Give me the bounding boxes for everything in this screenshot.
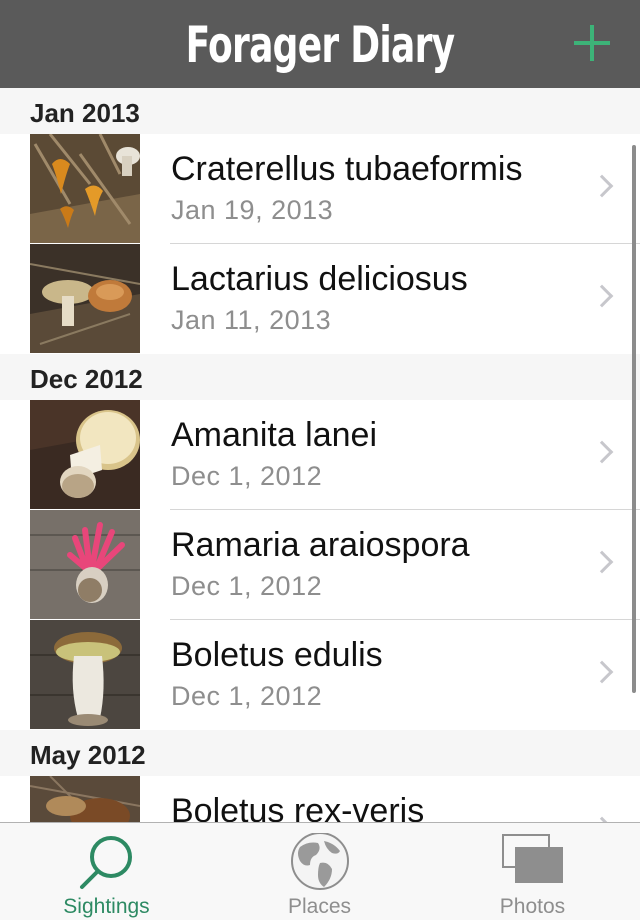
chevron-right-icon xyxy=(590,284,614,308)
app-title: Forager Diary xyxy=(185,16,455,74)
species-name: Boletus edulis xyxy=(171,636,383,674)
species-name: Lactarius deliciosus xyxy=(171,260,468,298)
scroll-indicator[interactable] xyxy=(632,145,636,693)
sighting-date: Dec 1, 2012 xyxy=(171,571,323,601)
globe-icon xyxy=(290,833,349,890)
list-item[interactable]: Amanita lanei Dec 1, 2012 xyxy=(0,400,640,510)
list-item[interactable]: Lactarius deliciosus Jan 11, 2013 xyxy=(0,244,640,354)
section-header: Dec 2012 xyxy=(0,354,640,400)
species-name: Amanita lanei xyxy=(171,416,378,454)
chevron-right-icon xyxy=(590,550,614,574)
section-header: May 2012 xyxy=(0,730,640,776)
navigation-bar: Forager Diary xyxy=(0,0,640,88)
tab-places[interactable]: Places xyxy=(213,823,426,920)
photos-icon xyxy=(501,834,563,883)
tab-label: Photos xyxy=(499,895,566,918)
lactarius-photo xyxy=(30,244,140,353)
chevron-right-icon xyxy=(590,440,614,464)
ramaria-photo xyxy=(30,510,140,619)
species-name: Craterellus tubaeformis xyxy=(171,150,523,188)
sighting-date: Jan 11, 2013 xyxy=(171,305,332,335)
chevron-right-icon xyxy=(590,660,614,684)
list-item[interactable]: Boletus edulis Dec 1, 2012 xyxy=(0,620,640,730)
add-sighting-button[interactable] xyxy=(574,25,610,61)
species-name: Ramaria araiospora xyxy=(171,526,470,564)
tab-label: Sightings xyxy=(63,895,150,918)
sighting-date: Jan 19, 2013 xyxy=(171,195,334,225)
tab-photos[interactable]: Photos xyxy=(426,823,639,920)
sighting-date: Dec 1, 2012 xyxy=(171,681,323,711)
craterellus-photo xyxy=(30,134,140,243)
list-item[interactable]: Craterellus tubaeformis Jan 19, 2013 xyxy=(0,134,640,244)
magnifier-icon xyxy=(79,836,132,889)
tab-bar: Sightings Places Photos xyxy=(0,822,640,920)
amanita-photo xyxy=(30,400,140,509)
list-item[interactable]: Boletus rex-veris xyxy=(0,776,640,822)
boletus-rex-veris-photo xyxy=(30,776,140,822)
chevron-right-icon xyxy=(590,174,614,198)
sightings-list[interactable]: Jan 2013 Craterellus tubaeformis Jan 19,… xyxy=(0,88,640,822)
section-header: Jan 2013 xyxy=(0,88,640,134)
tab-label: Places xyxy=(287,895,352,918)
boletus-edulis-photo xyxy=(30,620,140,729)
sighting-date: Dec 1, 2012 xyxy=(171,461,323,491)
tab-sightings[interactable]: Sightings xyxy=(0,823,213,920)
list-item[interactable]: Ramaria araiospora Dec 1, 2012 xyxy=(0,510,640,620)
species-name: Boletus rex-veris xyxy=(171,792,425,822)
